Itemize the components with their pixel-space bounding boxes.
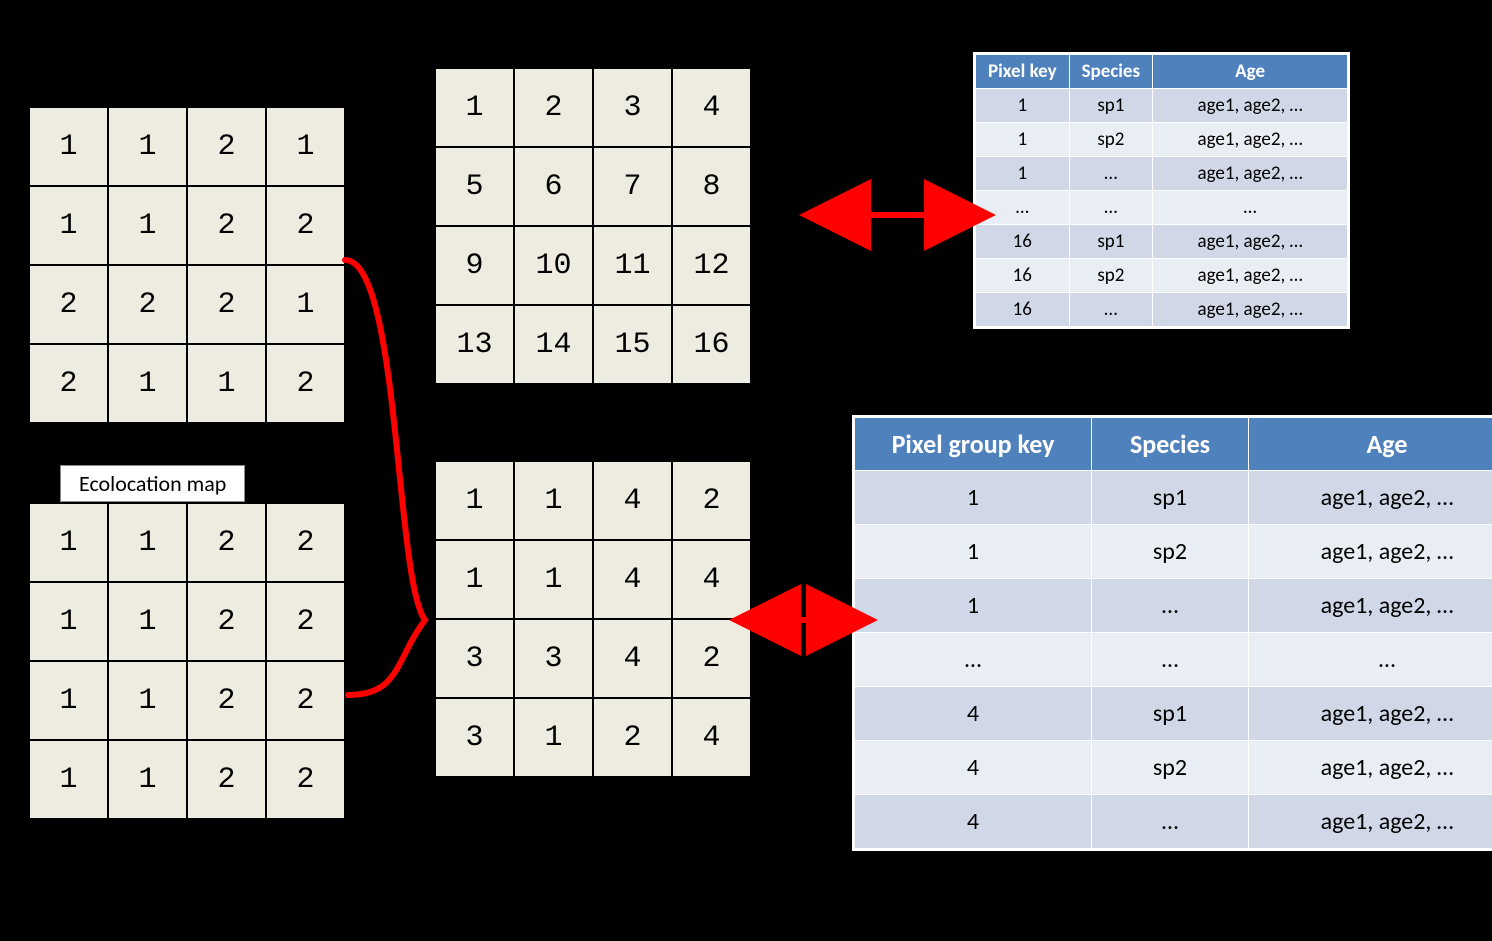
table-pixel-key: Pixel key Species Age 1sp1age1, age2, … …	[975, 54, 1348, 327]
table-pixel-group-key: Pixel group key Species Age 1sp1age1, ag…	[854, 417, 1492, 849]
grid-bottom-left: 1122 1122 1122 1122	[28, 502, 346, 820]
merge-brace-icon	[345, 260, 425, 695]
grid-top-mid: 1234 5678 9101112 13141516	[434, 67, 752, 385]
grid-bottom-mid: 1142 1144 3342 3124	[434, 460, 752, 778]
grid-top-left: 1121 1122 2221 2112	[28, 106, 346, 424]
ecolocation-label: Ecolocation map	[60, 465, 245, 502]
